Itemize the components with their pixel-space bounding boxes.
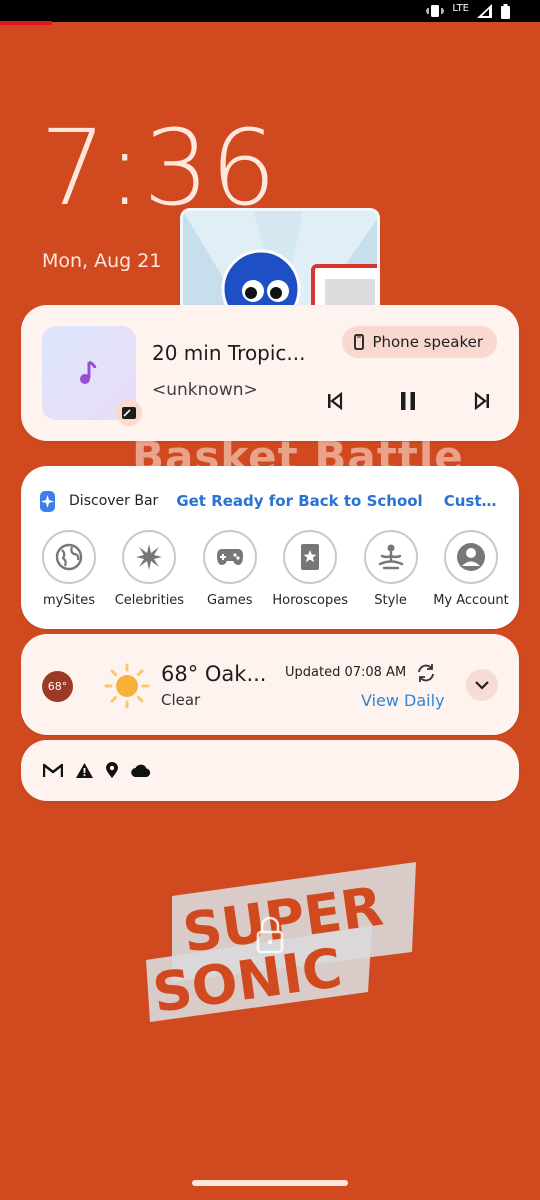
shortcut-horoscopes[interactable]: Horoscopes <box>272 530 348 608</box>
album-art <box>42 326 142 426</box>
pause-button[interactable] <box>394 387 422 415</box>
discover-icon <box>40 490 56 512</box>
app-icon <box>122 407 136 419</box>
gamepad-icon <box>216 549 243 565</box>
output-device-button[interactable]: Phone speaker <box>342 326 497 358</box>
shortcut-my-account[interactable]: My Account <box>433 530 509 608</box>
next-icon <box>474 392 489 410</box>
status-icons: LTE <box>426 3 510 19</box>
previous-button[interactable] <box>321 387 349 415</box>
temperature-badge: 68° <box>42 671 73 702</box>
shortcut-label: Games <box>207 593 253 608</box>
signal-icon <box>477 4 492 18</box>
discover-label: Discover Bar <box>69 493 159 509</box>
shortcut-label: Celebrities <box>114 593 185 608</box>
media-artist: <unknown> <box>152 380 258 400</box>
weather-condition: Clear <box>161 691 201 709</box>
view-daily-link[interactable]: View Daily <box>361 691 445 710</box>
discover-bar-card: Discover Bar Get Ready for Back to Schoo… <box>21 466 519 629</box>
chevron-down-icon <box>475 681 489 690</box>
location-icon <box>106 762 118 778</box>
output-device-label: Phone speaker <box>372 333 483 351</box>
expand-button[interactable] <box>466 669 498 701</box>
lock-icon[interactable] <box>255 916 285 954</box>
gmail-icon <box>43 763 63 777</box>
weather-headline: 68° Oak... <box>161 662 267 686</box>
vibrate-icon <box>426 5 445 17</box>
shortcut-celebrities[interactable]: Celebrities <box>111 530 187 608</box>
account-icon <box>456 543 485 571</box>
meditation-icon <box>378 544 403 570</box>
previous-icon <box>328 392 343 410</box>
alert-icon <box>76 762 93 778</box>
shortcut-games[interactable]: Games <box>192 530 268 608</box>
notification-icons <box>43 762 151 778</box>
shortcut-label: Style <box>374 593 407 608</box>
lockscreen-date: Mon, Aug 21 <box>42 250 162 272</box>
shortcut-label: mySites <box>42 593 96 608</box>
media-title: 20 min Tropic... <box>152 341 306 365</box>
back-to-school-link[interactable]: Get Ready for Back to School <box>176 492 422 510</box>
globe-icon <box>55 543 83 571</box>
app-badge <box>116 400 142 426</box>
recording-indicator <box>0 21 52 25</box>
network-type: LTE <box>452 2 469 14</box>
notification-shelf[interactable] <box>21 740 519 801</box>
shortcut-mysites[interactable]: mySites <box>31 530 107 608</box>
home-gesture-bar[interactable] <box>192 1180 348 1186</box>
star-burst-icon <box>136 544 163 570</box>
shortcut-label: Horoscopes <box>272 593 348 608</box>
shortcut-style[interactable]: Style <box>353 530 429 608</box>
refresh-icon[interactable] <box>415 662 437 684</box>
media-player-card[interactable]: 20 min Tropic... <unknown> Phone speaker <box>21 305 519 441</box>
discover-shortcuts: mySites Celebrities Games Horoscopes Sty… <box>31 530 509 608</box>
status-bar: LTE <box>0 0 540 25</box>
customize-link[interactable]: Customi... <box>444 492 501 510</box>
pause-icon <box>401 392 415 410</box>
game-thumbnail <box>180 208 380 308</box>
weather-card[interactable]: 68° 68° Oak... Clear Updated 07:08 AM Vi… <box>21 634 519 735</box>
tarot-card-icon <box>301 544 320 570</box>
battery-icon <box>501 3 510 19</box>
weather-updated: Updated 07:08 AM <box>285 665 407 680</box>
music-note-icon <box>80 360 97 384</box>
sun-icon <box>104 663 150 709</box>
lockscreen-clock: 7:36 <box>40 107 278 229</box>
cloud-icon <box>131 764 151 777</box>
discover-header: Discover Bar Get Ready for Back to Schoo… <box>40 490 501 512</box>
phone-icon <box>354 334 365 350</box>
next-button[interactable] <box>468 387 496 415</box>
shortcut-label: My Account <box>433 593 509 608</box>
